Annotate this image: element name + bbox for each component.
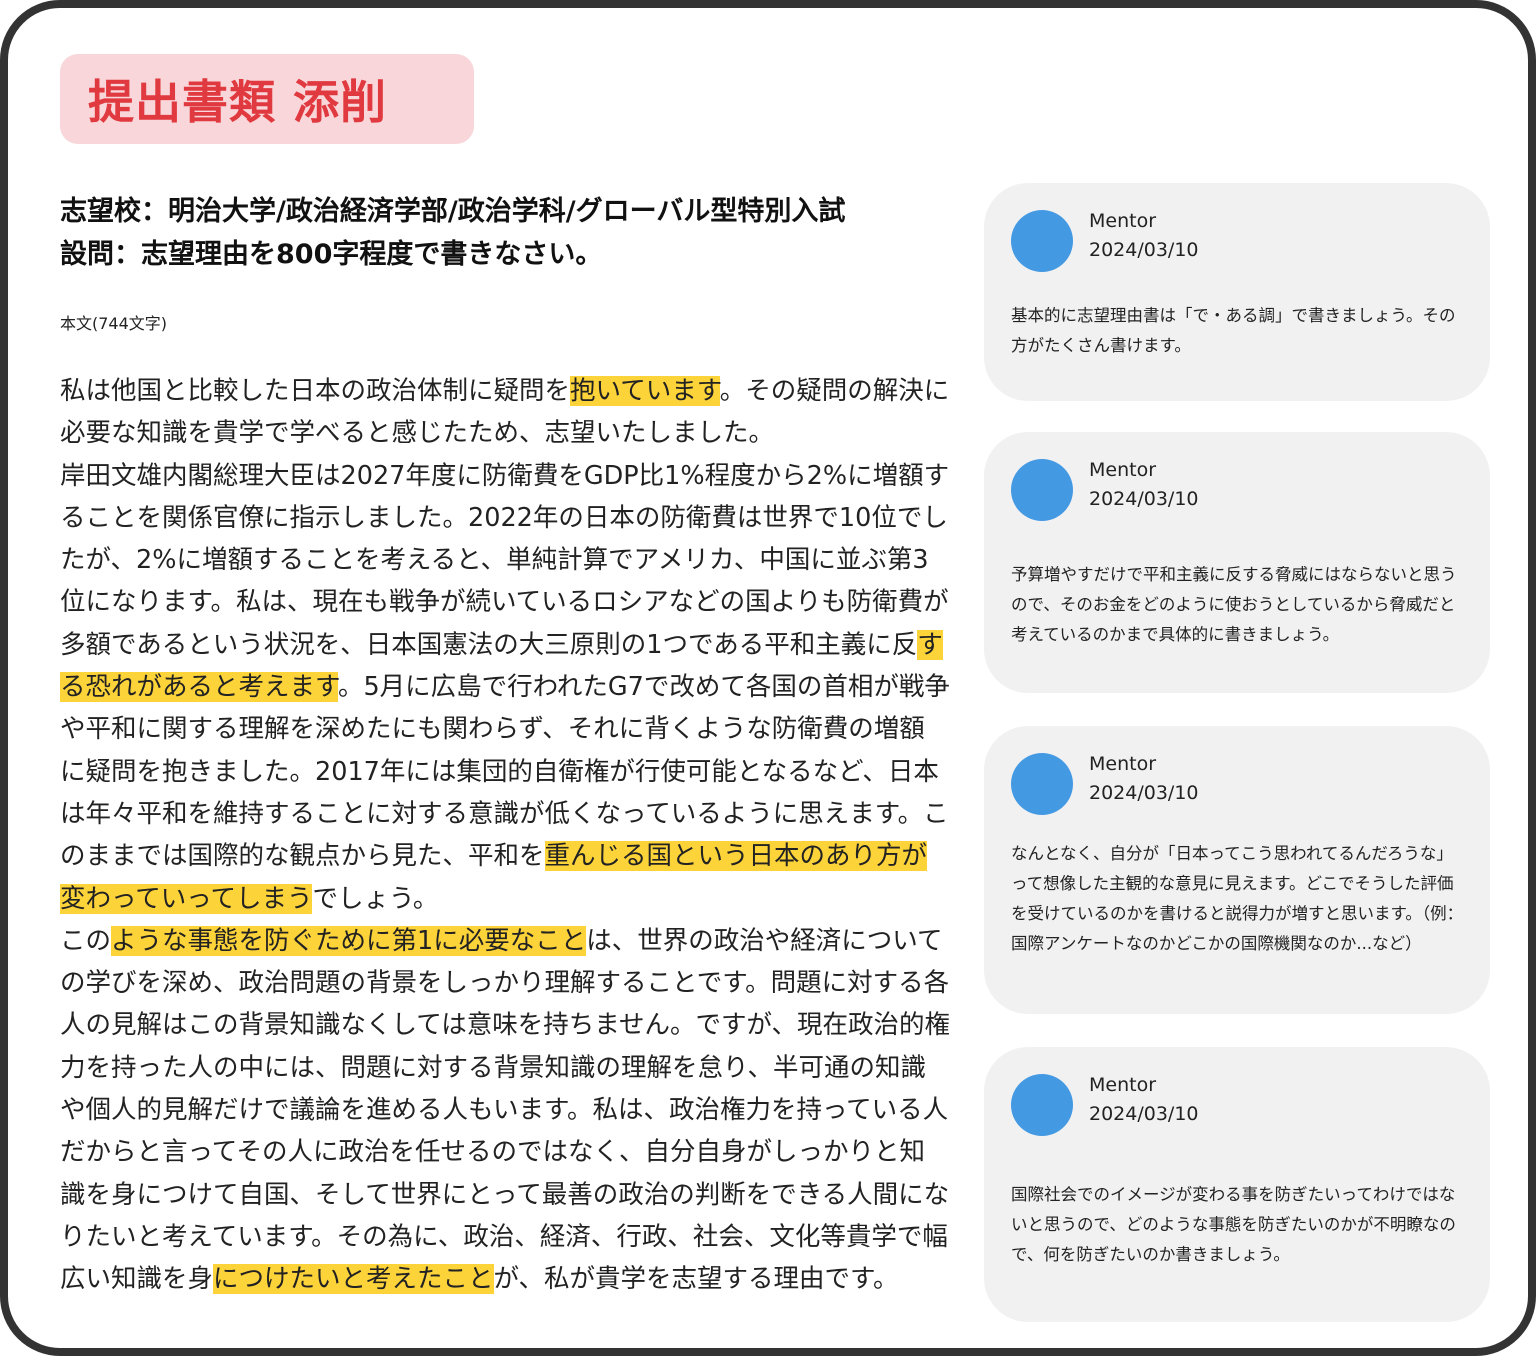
comment-meta: Mentor 2024/03/10	[1089, 207, 1199, 265]
comment-date: 2024/03/10	[1089, 239, 1199, 261]
comment-meta: Mentor 2024/03/10	[1089, 456, 1199, 514]
title-badge: 提出書類 添削	[60, 54, 474, 144]
comment-author: Mentor	[1089, 1074, 1157, 1096]
avatar	[1011, 1074, 1073, 1136]
comment-text: 予算増やすだけで平和主義に反する脅威にはならないと思うので、そのお金をどのように…	[1011, 565, 1457, 644]
question-prompt: 設問：志望理由を800字程度で書きなさい。	[60, 239, 603, 270]
document-frame: 提出書類 添削 志望校：明治大学/政治経済学部/政治学科/グローバル型特別入試 …	[0, 0, 1536, 1356]
comment-text: 国際社会でのイメージが変わる事を防ぎたいってわけではないと思うので、どのような事…	[1011, 1185, 1456, 1264]
comment-author: Mentor	[1089, 753, 1157, 775]
question-heading: 志望校：明治大学/政治経済学部/政治学科/グローバル型特別入試 設問：志望理由を…	[60, 190, 960, 276]
char-count: 本文(744文字)	[60, 314, 168, 333]
comment-date: 2024/03/10	[1089, 1103, 1199, 1125]
page-title: 提出書類 添削	[88, 75, 388, 129]
avatar	[1011, 459, 1073, 521]
essay-paragraph: 私は他国と比較した日本の政治体制に疑問を抱いています。その疑問の解決に必要な知識…	[60, 376, 950, 449]
comment-card[interactable]: Mentor 2024/03/10 基本的に志望理由書は「で・ある調」で書きまし…	[984, 183, 1490, 401]
comment-card[interactable]: Mentor 2024/03/10 国際社会でのイメージが変わる事を防ぎたいって…	[984, 1047, 1490, 1322]
comment-meta: Mentor 2024/03/10	[1089, 1071, 1199, 1129]
comment-author: Mentor	[1089, 459, 1157, 481]
essay-body: 私は他国と比較した日本の政治体制に疑問を抱いています。その疑問の解決に必要な知識…	[60, 370, 950, 1301]
comment-card[interactable]: Mentor 2024/03/10 なんとなく、自分が「日本ってこう思われてるん…	[984, 726, 1490, 1014]
comment-author: Mentor	[1089, 210, 1157, 232]
comment-meta: Mentor 2024/03/10	[1089, 750, 1199, 808]
highlight-1[interactable]: 抱いています	[570, 376, 720, 406]
avatar	[1011, 210, 1073, 272]
essay-paragraph: 岸田文雄内閣総理大臣は2027年度に防衛費をGDP比1%程度から2%に増額するこ…	[60, 460, 950, 914]
highlight-5[interactable]: につけたいと考えたこと	[213, 1264, 494, 1295]
highlight-4[interactable]: ような事態を防ぐために第1に必要なこと	[111, 925, 587, 956]
comment-text: なんとなく、自分が「日本ってこう思われてるんだろうな」って想像した主観的な意見に…	[1011, 844, 1464, 953]
essay-paragraph: このような事態を防ぐために第1に必要なことは、世界の政治や経済についての学びを深…	[60, 925, 950, 1295]
target-school: 志望校：明治大学/政治経済学部/政治学科/グローバル型特別入試	[60, 196, 846, 227]
comment-text: 基本的に志望理由書は「で・ある調」で書きましょう。その方がたくさん書けます。	[1011, 306, 1456, 355]
comment-date: 2024/03/10	[1089, 782, 1199, 804]
comment-card[interactable]: Mentor 2024/03/10 予算増やすだけで平和主義に反する脅威にはなら…	[984, 432, 1490, 693]
comment-date: 2024/03/10	[1089, 488, 1199, 510]
avatar	[1011, 753, 1073, 815]
